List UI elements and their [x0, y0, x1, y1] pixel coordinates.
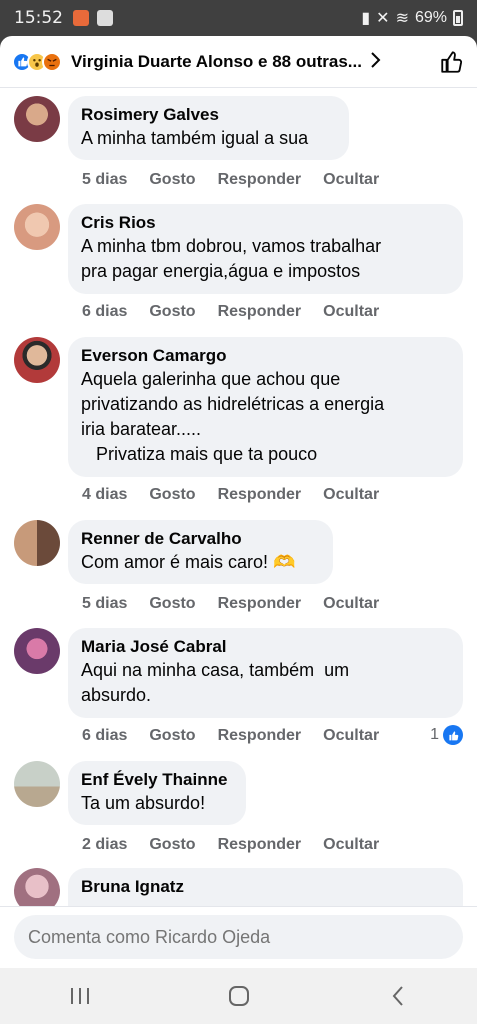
comment-actions: 5 dias Gosto Responder Ocultar — [82, 595, 401, 613]
hide-button[interactable]: Ocultar — [323, 836, 379, 854]
hide-button[interactable]: Ocultar — [323, 303, 379, 321]
avatar[interactable] — [14, 761, 60, 807]
comment-author[interactable]: Cris Rios — [81, 212, 450, 234]
comment-text: Aqui na minha casa, também um absurdo. — [81, 660, 350, 705]
comment-bubble[interactable]: Maria José Cabral Aqui na minha casa, ta… — [68, 628, 463, 718]
notification-app-icon — [73, 10, 89, 26]
home-icon[interactable] — [219, 976, 259, 1016]
comment-text: Aquela galerinha que achou que privatiza… — [81, 369, 385, 464]
mute-icon: ✕ — [376, 10, 390, 27]
like-button[interactable]: Gosto — [149, 171, 195, 189]
comment-author[interactable]: Rosimery Galves — [81, 104, 336, 126]
comment-text: A minha também igual a sua — [81, 128, 309, 148]
comment-composer — [0, 906, 477, 968]
like-button[interactable]: Gosto — [149, 595, 195, 613]
avatar[interactable] — [14, 520, 60, 566]
status-time: 15:52 — [14, 8, 63, 28]
gallery-icon — [97, 10, 113, 26]
avatar[interactable] — [14, 204, 60, 250]
hide-button[interactable]: Ocultar — [323, 171, 379, 189]
comment-time[interactable]: 2 dias — [82, 836, 127, 854]
like-reaction-icon — [443, 725, 463, 745]
comment-time[interactable]: 6 dias — [82, 727, 127, 745]
comment-time[interactable]: 4 dias — [82, 486, 127, 504]
comment-actions: 4 dias Gosto Responder Ocultar — [82, 486, 401, 504]
reply-button[interactable]: Responder — [218, 486, 302, 504]
system-navbar — [0, 968, 477, 1024]
comment-like-count[interactable]: 1 — [430, 725, 463, 745]
angry-reaction-icon — [42, 51, 62, 72]
reply-button[interactable]: Responder — [218, 171, 302, 189]
recent-apps-icon[interactable] — [60, 976, 100, 1016]
comment-author[interactable]: Maria José Cabral — [81, 636, 450, 658]
avatar[interactable] — [14, 628, 60, 674]
reply-button[interactable]: Responder — [218, 727, 302, 745]
signal-icon: ▮ — [361, 10, 371, 27]
comment-actions: 2 dias Gosto Responder Ocultar — [82, 836, 401, 854]
comment-author[interactable]: Renner de Carvalho — [81, 528, 320, 550]
comment-bubble[interactable]: Renner de Carvalho Com amor é mais caro!… — [68, 520, 333, 584]
like-button[interactable]: Gosto — [149, 486, 195, 504]
comment-actions: 6 dias Gosto Responder Ocultar — [82, 303, 401, 321]
avatar[interactable] — [14, 337, 60, 383]
back-icon[interactable] — [378, 976, 418, 1016]
comment-author[interactable]: Everson Camargo — [81, 345, 450, 367]
comment-time[interactable]: 5 dias — [82, 595, 127, 613]
battery-percent: 69% — [414, 9, 447, 26]
like-count-number: 1 — [430, 726, 439, 743]
status-bar: 15:52 ▮ ✕ ≋ 69% — [0, 0, 477, 36]
status-icons: ▮ ✕ ≋ 69% — [361, 8, 463, 28]
comment-author[interactable]: Bruna Ignatz — [81, 876, 450, 898]
wifi-icon: ≋ — [395, 10, 409, 27]
reply-button[interactable]: Responder — [218, 303, 302, 321]
comment-text: Com amor é mais caro! 🫶 — [81, 552, 296, 572]
hide-button[interactable]: Ocultar — [323, 486, 379, 504]
comment-actions: 5 dias Gosto Responder Ocultar — [82, 171, 401, 189]
comments-list: Rosimery Galves A minha também igual a s… — [0, 88, 477, 968]
comment-text: A minha tbm dobrou, vamos trabalhar pra … — [81, 236, 382, 281]
comment-actions: 6 dias Gosto Responder Ocultar — [82, 727, 401, 745]
comment-bubble[interactable]: Enf Évely Thainne Ta um absurdo! — [68, 761, 246, 825]
like-button[interactable]: Gosto — [149, 836, 195, 854]
comments-sheet: Virginia Duarte Alonso e 88 outras... Ro… — [0, 36, 477, 968]
hide-button[interactable]: Ocultar — [323, 595, 379, 613]
reply-button[interactable]: Responder — [218, 595, 302, 613]
comment-time[interactable]: 6 dias — [82, 303, 127, 321]
comment-bubble[interactable]: Rosimery Galves A minha também igual a s… — [68, 96, 349, 160]
comment-bubble[interactable]: Everson Camargo Aquela galerinha que ach… — [68, 337, 463, 477]
battery-icon — [453, 10, 463, 26]
avatar[interactable] — [14, 96, 60, 142]
comment-text: Ta um absurdo! — [81, 793, 206, 813]
comment-author[interactable]: Enf Évely Thainne — [81, 769, 233, 791]
chevron-right-icon[interactable] — [370, 49, 382, 75]
reply-button[interactable]: Responder — [218, 836, 302, 854]
reactions-summary[interactable]: Virginia Duarte Alonso e 88 outras... — [71, 52, 362, 72]
comment-input[interactable] — [14, 915, 463, 959]
thumbs-up-icon[interactable] — [439, 49, 465, 75]
like-button[interactable]: Gosto — [149, 303, 195, 321]
reactions-header[interactable]: Virginia Duarte Alonso e 88 outras... — [0, 36, 477, 88]
like-button[interactable]: Gosto — [149, 727, 195, 745]
reaction-icons — [12, 51, 62, 72]
comment-time[interactable]: 5 dias — [82, 171, 127, 189]
hide-button[interactable]: Ocultar — [323, 727, 379, 745]
comment-bubble[interactable]: Cris Rios A minha tbm dobrou, vamos trab… — [68, 204, 463, 294]
